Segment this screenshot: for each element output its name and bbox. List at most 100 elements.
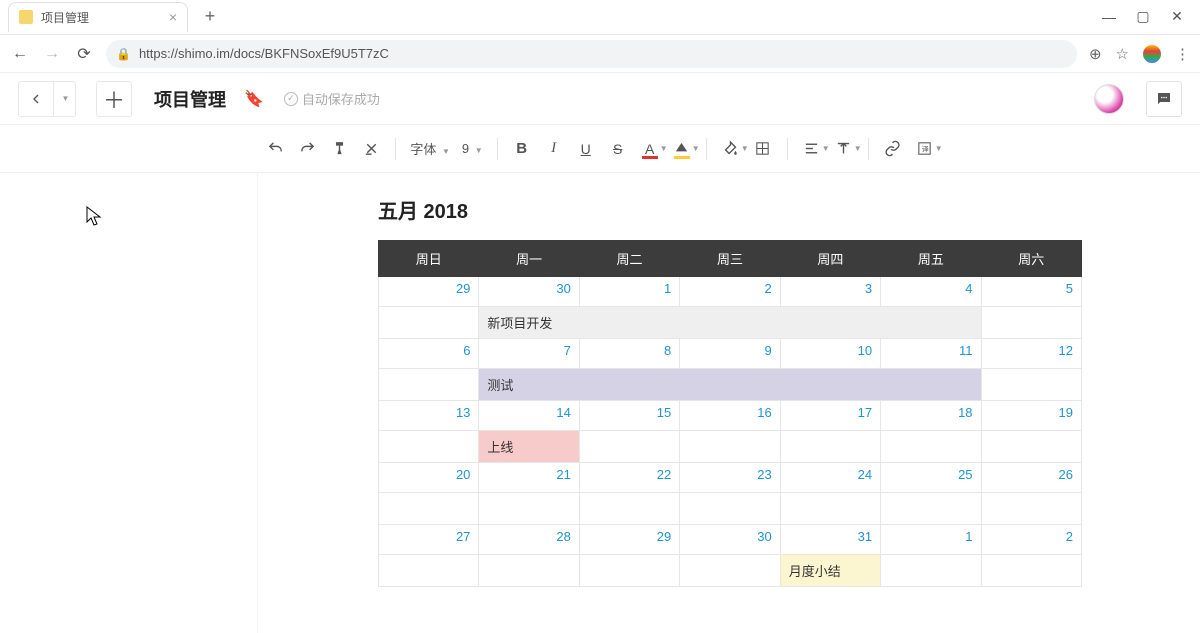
event-cell[interactable]: [379, 555, 479, 587]
calendar-event[interactable]: 新项目开发: [479, 307, 980, 338]
date-cell[interactable]: 31: [780, 525, 880, 555]
event-cell[interactable]: [881, 431, 981, 463]
calendar-event[interactable]: 测试: [479, 369, 980, 400]
event-cell[interactable]: [981, 307, 1081, 339]
back-dropdown[interactable]: ▼: [54, 81, 76, 117]
event-cell[interactable]: [680, 555, 780, 587]
align-button[interactable]: ▼: [796, 133, 828, 165]
calendar-table[interactable]: 周日周一周二周三周四周五周六 293012345新项目开发6789101112测…: [378, 240, 1082, 587]
menu-icon[interactable]: ⋮: [1175, 45, 1190, 63]
date-cell[interactable]: 1: [579, 277, 679, 307]
undo-button[interactable]: [259, 133, 291, 165]
event-cell[interactable]: [479, 555, 579, 587]
comment-button[interactable]: [1146, 81, 1182, 117]
date-cell[interactable]: 30: [479, 277, 579, 307]
date-cell[interactable]: 2: [680, 277, 780, 307]
zoom-icon[interactable]: ⊕: [1089, 45, 1102, 63]
calendar-event[interactable]: 上线: [479, 431, 578, 462]
close-window-icon[interactable]: ✕: [1170, 8, 1184, 25]
date-cell[interactable]: 23: [680, 463, 780, 493]
maximize-icon[interactable]: ▢: [1136, 8, 1150, 25]
date-cell[interactable]: 12: [981, 339, 1081, 369]
event-cell[interactable]: [680, 493, 780, 525]
highlight-button[interactable]: ▼: [666, 133, 698, 165]
link-button[interactable]: [877, 133, 909, 165]
strikethrough-button[interactable]: S: [602, 133, 634, 165]
event-cell[interactable]: [579, 555, 679, 587]
date-cell[interactable]: 22: [579, 463, 679, 493]
reload-button[interactable]: ⟳: [74, 44, 94, 64]
date-cell[interactable]: 29: [379, 277, 479, 307]
date-cell[interactable]: 9: [680, 339, 780, 369]
date-cell[interactable]: 21: [479, 463, 579, 493]
event-cell[interactable]: [379, 369, 479, 401]
event-cell[interactable]: [981, 493, 1081, 525]
new-button[interactable]: ＋: [96, 81, 132, 117]
date-cell[interactable]: 26: [981, 463, 1081, 493]
event-cell[interactable]: [881, 493, 981, 525]
date-cell[interactable]: 11: [881, 339, 981, 369]
date-cell[interactable]: 6: [379, 339, 479, 369]
calendar-event[interactable]: 月度小结: [781, 555, 880, 586]
date-cell[interactable]: 24: [780, 463, 880, 493]
document-content[interactable]: 五月 2018 周日周一周二周三周四周五周六 293012345新项目开发678…: [258, 173, 1200, 633]
date-cell[interactable]: 30: [680, 525, 780, 555]
date-cell[interactable]: 10: [780, 339, 880, 369]
event-cell[interactable]: [680, 431, 780, 463]
bookmark-icon[interactable]: 🔖: [244, 89, 264, 109]
date-cell[interactable]: 15: [579, 401, 679, 431]
cell-color-button[interactable]: ▼: [715, 133, 747, 165]
event-cell[interactable]: [379, 493, 479, 525]
star-icon[interactable]: ☆: [1116, 45, 1129, 63]
event-cell[interactable]: [981, 555, 1081, 587]
vertical-align-button[interactable]: ▼: [828, 133, 860, 165]
event-cell[interactable]: [981, 431, 1081, 463]
redo-button[interactable]: [291, 133, 323, 165]
event-cell[interactable]: 上线: [479, 431, 579, 463]
clear-format-button[interactable]: [355, 133, 387, 165]
date-cell[interactable]: 28: [479, 525, 579, 555]
new-tab-button[interactable]: +: [196, 3, 224, 31]
date-cell[interactable]: 7: [479, 339, 579, 369]
event-cell[interactable]: [379, 431, 479, 463]
event-cell[interactable]: [579, 431, 679, 463]
event-cell[interactable]: [479, 493, 579, 525]
date-cell[interactable]: 18: [881, 401, 981, 431]
date-cell[interactable]: 19: [981, 401, 1081, 431]
date-cell[interactable]: 1: [881, 525, 981, 555]
underline-button[interactable]: U: [570, 133, 602, 165]
back-button[interactable]: ←: [10, 45, 30, 63]
date-cell[interactable]: 17: [780, 401, 880, 431]
forward-button[interactable]: →: [42, 45, 62, 63]
event-cell[interactable]: [780, 431, 880, 463]
date-cell[interactable]: 16: [680, 401, 780, 431]
user-avatar[interactable]: [1094, 84, 1124, 114]
browser-tab[interactable]: 项目管理 ×: [8, 2, 188, 32]
date-cell[interactable]: 25: [881, 463, 981, 493]
date-cell[interactable]: 4: [881, 277, 981, 307]
event-cell[interactable]: [379, 307, 479, 339]
date-cell[interactable]: 13: [379, 401, 479, 431]
event-cell[interactable]: 月度小结: [780, 555, 880, 587]
back-nav-button[interactable]: [18, 81, 54, 117]
date-cell[interactable]: 3: [780, 277, 880, 307]
format-painter-button[interactable]: [323, 133, 355, 165]
event-cell[interactable]: [981, 369, 1081, 401]
date-cell[interactable]: 27: [379, 525, 479, 555]
borders-button[interactable]: [747, 133, 779, 165]
font-family-select[interactable]: 字体 ▼: [404, 139, 456, 158]
event-cell[interactable]: [579, 493, 679, 525]
translate-button[interactable]: 译▼: [909, 133, 941, 165]
url-input[interactable]: 🔒 https://shimo.im/docs/BKFNSoxEf9U5T7zC: [106, 40, 1077, 68]
event-cell[interactable]: [780, 493, 880, 525]
date-cell[interactable]: 14: [479, 401, 579, 431]
italic-button[interactable]: I: [538, 133, 570, 165]
event-cell[interactable]: [881, 555, 981, 587]
date-cell[interactable]: 20: [379, 463, 479, 493]
date-cell[interactable]: 2: [981, 525, 1081, 555]
bold-button[interactable]: B: [506, 133, 538, 165]
text-color-button[interactable]: A▼: [634, 133, 666, 165]
date-cell[interactable]: 5: [981, 277, 1081, 307]
close-tab-icon[interactable]: ×: [169, 9, 177, 25]
event-cell[interactable]: 测试: [479, 369, 981, 401]
